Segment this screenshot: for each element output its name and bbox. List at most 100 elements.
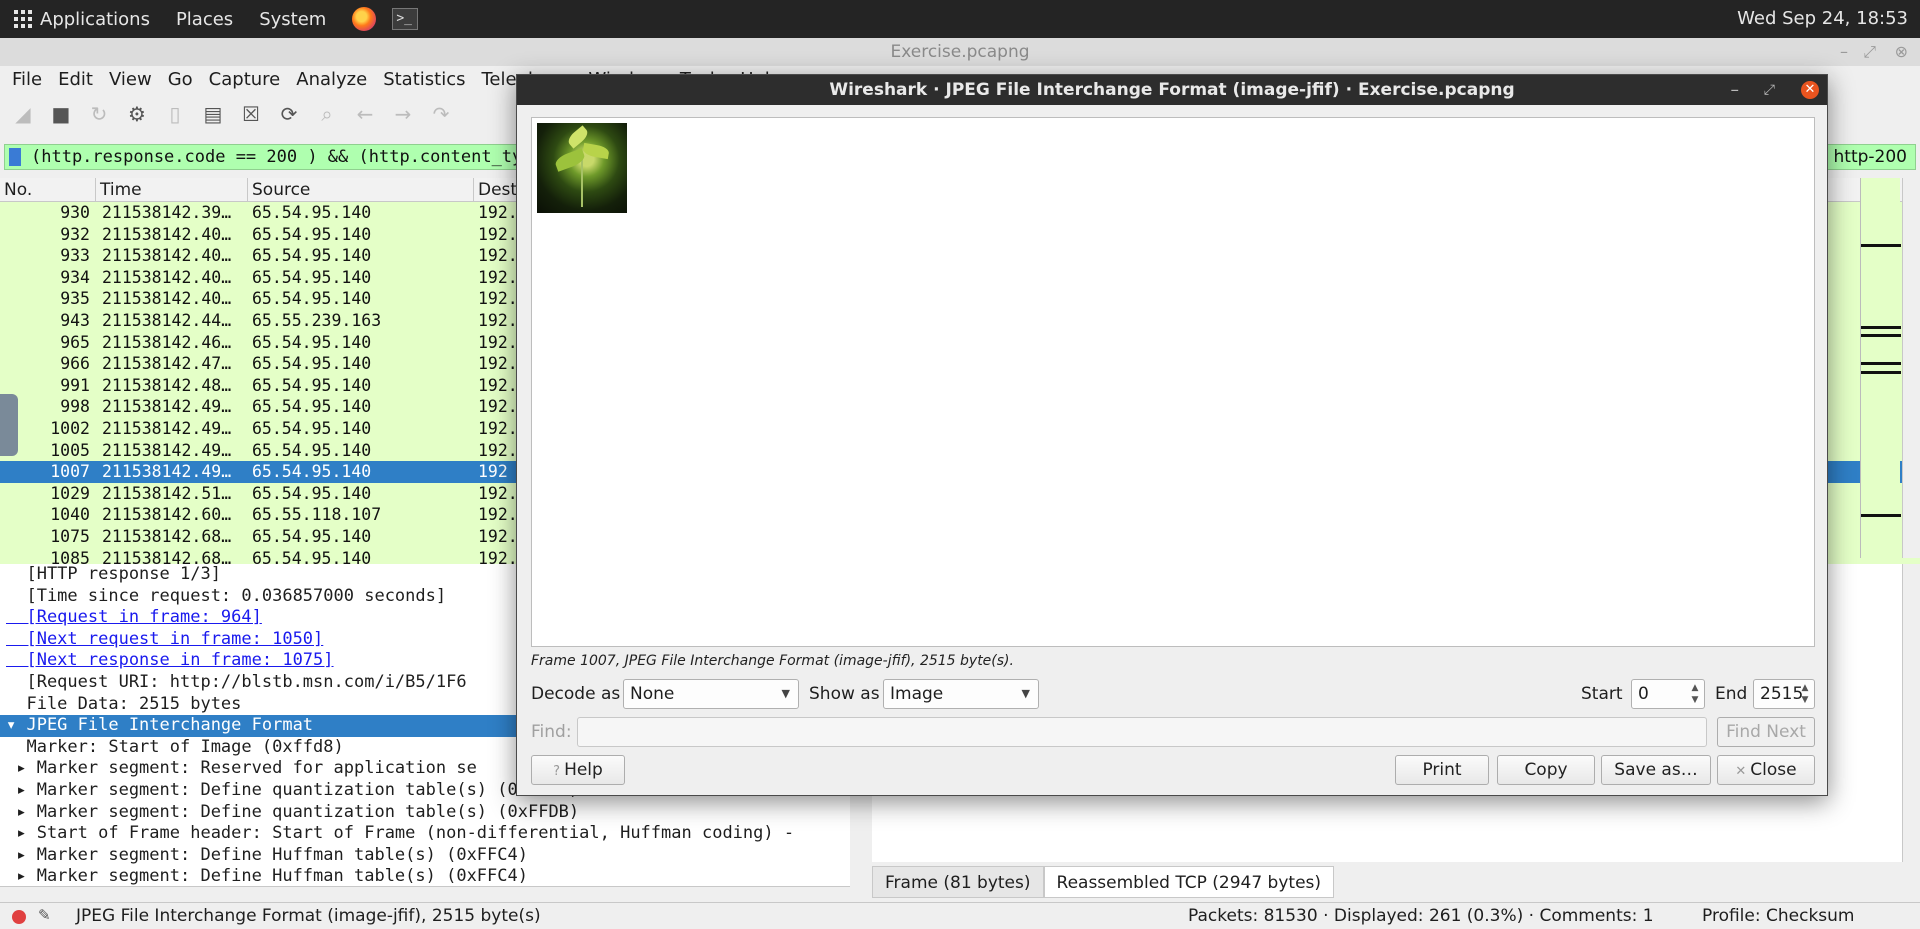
packet-cell-src: 65.54.95.140: [252, 354, 372, 374]
dialog-titlebar: Wireshark · JPEG File Interchange Format…: [517, 75, 1827, 105]
show-as-label: Show as: [809, 684, 880, 704]
details-hscrollbar[interactable]: [0, 886, 850, 902]
menu-file[interactable]: File: [12, 69, 42, 90]
save-file-icon[interactable]: ▤: [198, 99, 228, 129]
packet-cell-no: 966: [60, 354, 90, 374]
packet-cell-time: 211538142.51…: [102, 483, 232, 503]
dialog-close-icon[interactable]: ✕: [1801, 81, 1819, 99]
packet-cell-src: 65.54.95.140: [252, 375, 372, 395]
bytes-tabs: Frame (81 bytes) Reassembled TCP (2947 b…: [872, 866, 1335, 898]
detail-row[interactable]: ▸ Start of Frame header: Start of Frame …: [0, 823, 850, 845]
go-back-icon[interactable]: ←: [350, 99, 380, 129]
packet-cell-time: 211538142.40…: [102, 246, 232, 266]
packet-cell-no: 934: [60, 267, 90, 287]
packet-cell-time: 211538142.39…: [102, 203, 232, 222]
column-time[interactable]: Time: [96, 178, 248, 201]
capture-options-icon[interactable]: ⚙: [122, 99, 152, 129]
end-spinbox[interactable]: 2515 ▲ ▼: [1753, 679, 1815, 709]
app-grid-icon[interactable]: [14, 10, 32, 28]
close-icon[interactable]: ⊗: [1895, 38, 1908, 66]
menu-capture[interactable]: Capture: [209, 69, 281, 90]
status-message: JPEG File Interchange Format (image-jfif…: [76, 906, 541, 926]
detail-row[interactable]: ▸ Marker segment: Define Huffman table(s…: [0, 866, 850, 888]
go-forward-icon[interactable]: →: [388, 99, 418, 129]
expert-info-icon[interactable]: [12, 910, 26, 924]
help-button[interactable]: ? Help: [531, 755, 625, 785]
terminal-icon[interactable]: >_: [392, 8, 419, 30]
packet-list-scrollbar[interactable]: [1902, 178, 1920, 558]
stop-capture-icon[interactable]: ■: [46, 99, 76, 129]
packet-cell-time: 211538142.49…: [102, 418, 232, 438]
print-button[interactable]: Print: [1395, 755, 1489, 785]
tab-reassembled-tcp[interactable]: Reassembled TCP (2947 bytes): [1043, 866, 1335, 898]
applications-menu[interactable]: Applications: [40, 9, 150, 30]
chevron-down-icon: ▼: [1021, 687, 1030, 700]
spin-arrows-icon[interactable]: ▲ ▼: [1798, 682, 1812, 706]
profile-label[interactable]: Profile: Checksum Control: [1702, 903, 1920, 929]
firefox-icon[interactable]: [352, 7, 377, 31]
decoded-image-plant: [537, 123, 627, 213]
start-value: 0: [1638, 684, 1649, 704]
detail-row[interactable]: ▸ Marker segment: Define Huffman table(s…: [0, 845, 850, 867]
find-next-button[interactable]: Find Next: [1717, 717, 1815, 747]
packet-minimap[interactable]: [1860, 178, 1901, 558]
packet-cell-time: 211538142.49…: [102, 462, 232, 482]
restart-capture-icon[interactable]: ↻: [84, 99, 114, 129]
spin-arrows-icon[interactable]: ▲ ▼: [1688, 682, 1702, 706]
open-file-icon[interactable]: ▯: [160, 99, 190, 129]
sidebar-toggle-tab[interactable]: [0, 394, 18, 456]
menu-statistics[interactable]: Statistics: [383, 69, 465, 90]
packet-cell-time: 211538142.68…: [102, 526, 232, 546]
packet-cell-src: 65.54.95.140: [252, 440, 372, 460]
packet-cell-time: 211538142.49…: [102, 397, 232, 417]
find-input[interactable]: [577, 717, 1707, 747]
reload-file-icon[interactable]: ⟳: [274, 99, 304, 129]
minimize-icon[interactable]: –: [1840, 38, 1848, 66]
save-as-button[interactable]: Save as…: [1601, 755, 1711, 785]
tab-frame-bytes[interactable]: Frame (81 bytes): [872, 866, 1044, 898]
close-button[interactable]: ✕ Close: [1717, 755, 1815, 785]
clock[interactable]: Wed Sep 24, 18:53: [1737, 8, 1908, 29]
menu-go[interactable]: Go: [168, 69, 193, 90]
packet-cell-src: 65.54.95.140: [252, 526, 372, 546]
main-window-title: Exercise.pcapng: [890, 42, 1030, 62]
filter-button-label[interactable]: http-200: [1834, 145, 1907, 169]
menu-edit[interactable]: Edit: [58, 69, 93, 90]
shark-fin-start-icon[interactable]: ◢: [8, 99, 38, 129]
show-packet-bytes-dialog: Wireshark · JPEG File Interchange Format…: [516, 74, 1828, 796]
packet-cell-time: 211538142.40…: [102, 267, 232, 287]
packet-cell-time: 211538142.40…: [102, 289, 232, 309]
maximize-icon[interactable]: ⤢: [1863, 38, 1876, 66]
menu-analyze[interactable]: Analyze: [296, 69, 367, 90]
packet-cell-no: 935: [60, 289, 90, 309]
close-icon: ✕: [1735, 764, 1747, 779]
dialog-maximize-icon[interactable]: ⤢: [1764, 75, 1775, 105]
go-to-packet-icon[interactable]: ↷: [426, 99, 456, 129]
bookmark-icon[interactable]: [9, 148, 21, 166]
packet-cell-time: 211538142.60…: [102, 505, 232, 525]
find-packet-icon[interactable]: ⌕: [312, 99, 342, 129]
decode-as-select[interactable]: None ▼: [623, 679, 799, 709]
close-file-icon[interactable]: ☒: [236, 99, 266, 129]
packet-cell-no: 1040: [50, 505, 90, 525]
main-window-titlebar: Exercise.pcapng – ⤢ ⊗: [0, 38, 1920, 66]
system-menu[interactable]: System: [259, 9, 326, 30]
detail-row[interactable]: ▸ Marker segment: Define quantization ta…: [0, 802, 850, 824]
column-source[interactable]: Source: [248, 178, 474, 201]
help-icon: ?: [553, 764, 561, 779]
packet-cell-no: 1007: [50, 462, 90, 482]
packet-cell-src: 65.55.239.163: [252, 310, 382, 330]
packet-cell-no: 933: [60, 246, 90, 266]
packet-cell-no: 1029: [50, 483, 90, 503]
menu-view[interactable]: View: [109, 69, 152, 90]
dialog-minimize-icon[interactable]: –: [1731, 75, 1740, 105]
copy-button[interactable]: Copy: [1497, 755, 1595, 785]
edit-comment-icon[interactable]: ✎: [38, 907, 54, 923]
start-spinbox[interactable]: 0 ▲ ▼: [1631, 679, 1705, 709]
packet-cell-src: 65.54.95.140: [252, 224, 372, 244]
show-as-select[interactable]: Image ▼: [883, 679, 1039, 709]
column-no[interactable]: No.: [0, 178, 96, 201]
places-menu[interactable]: Places: [176, 9, 233, 30]
bytes-scrollbar[interactable]: [1902, 564, 1920, 862]
packet-cell-no: 965: [60, 332, 90, 352]
